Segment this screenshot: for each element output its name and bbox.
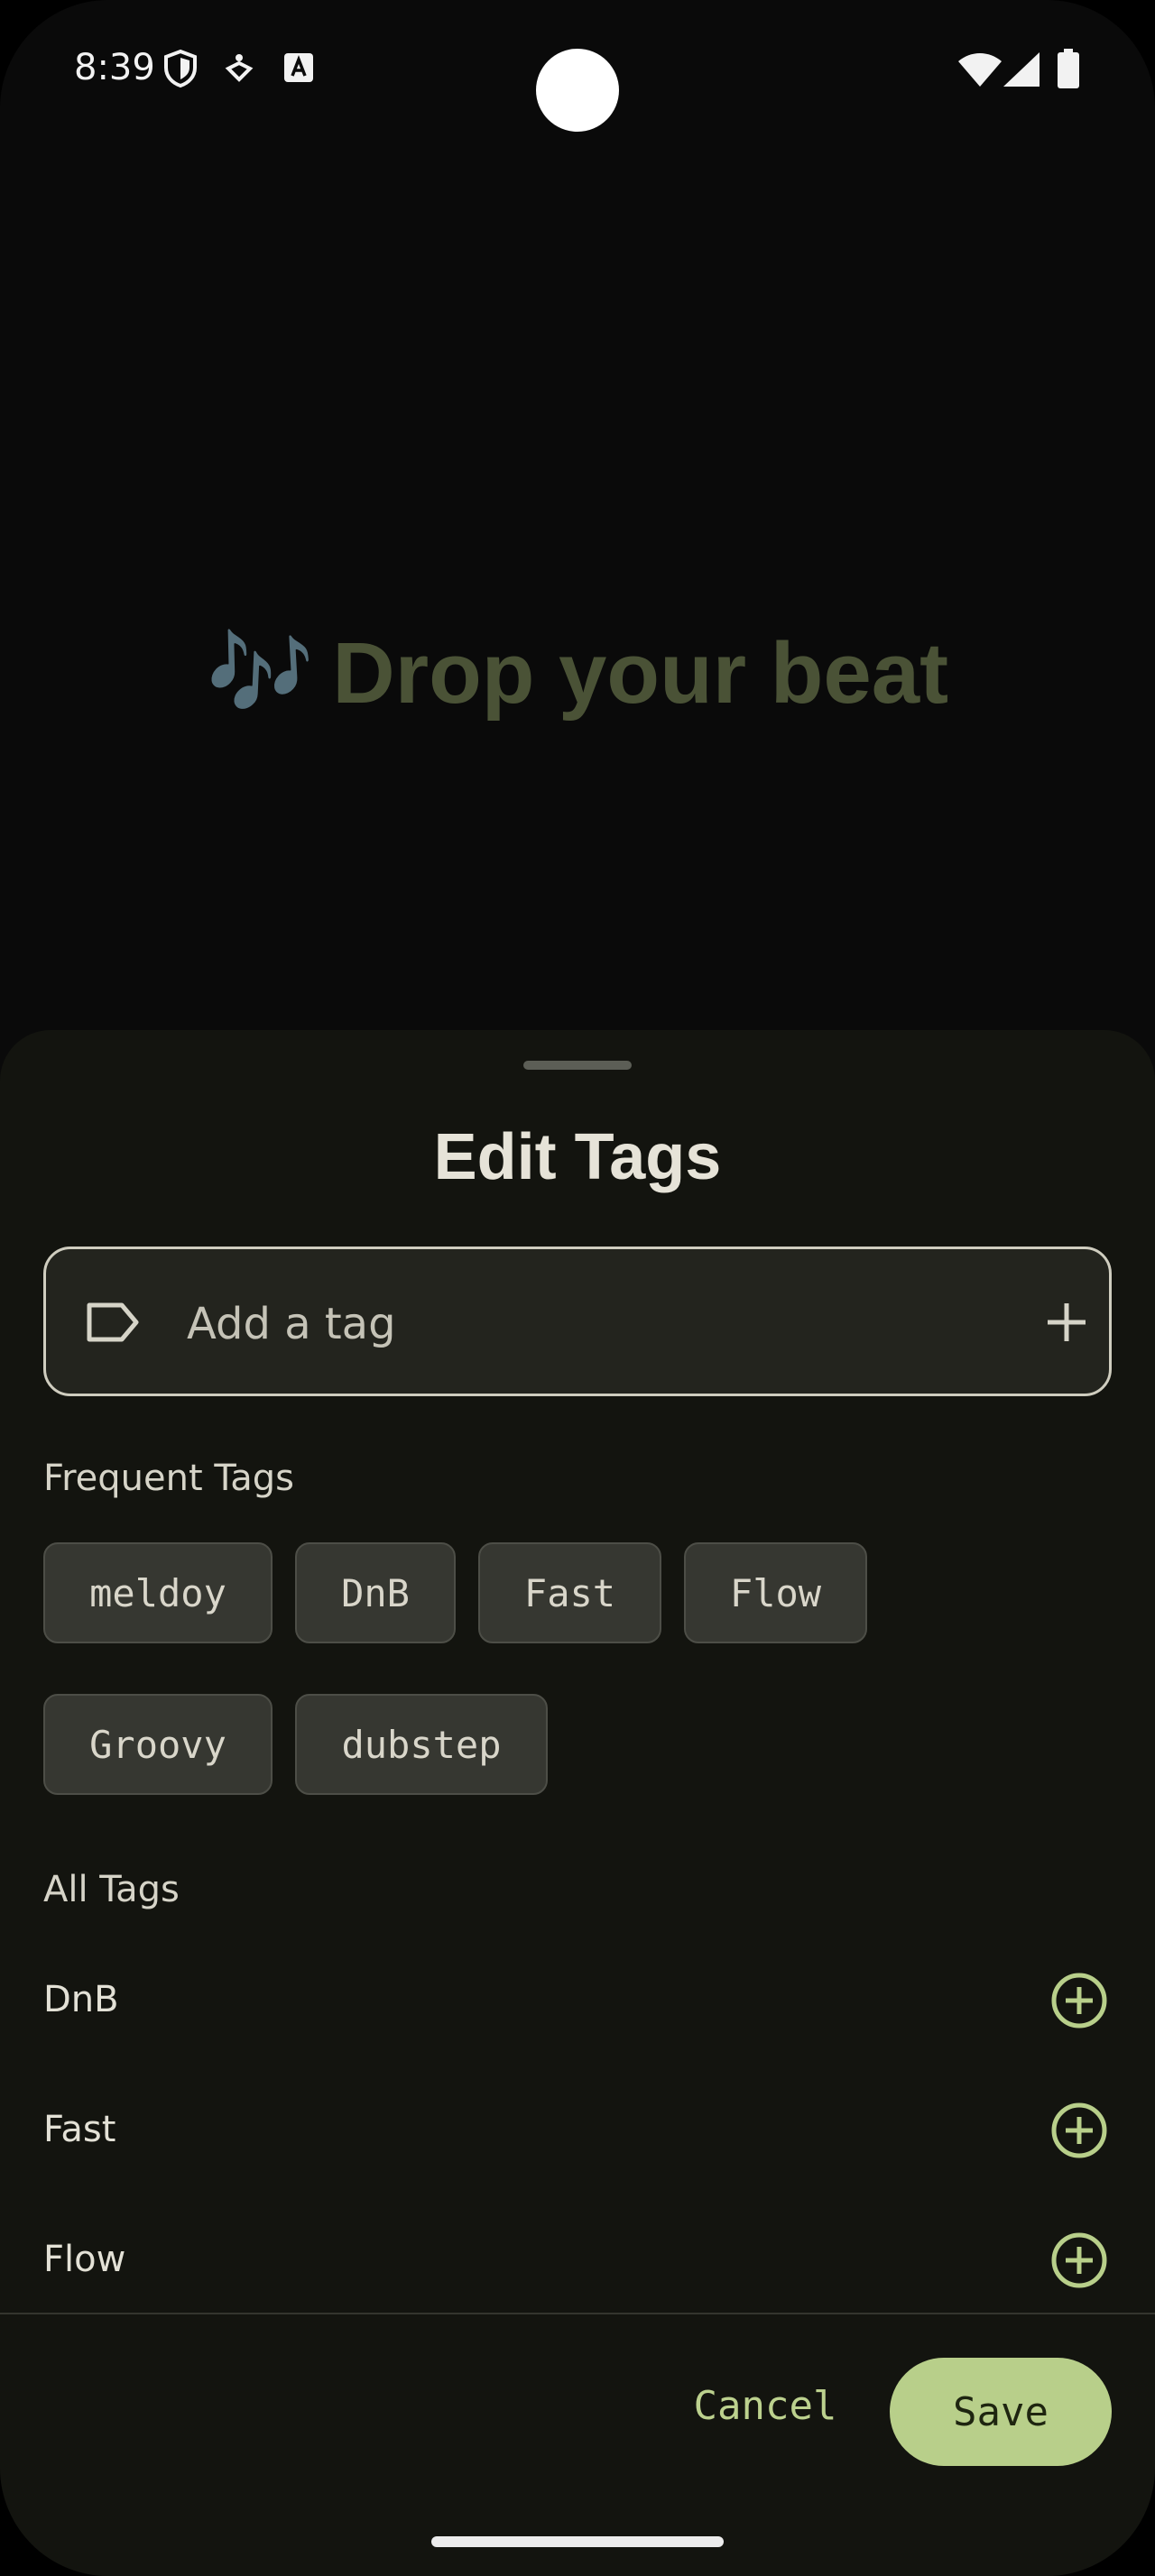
frequent-tags-label: Frequent Tags xyxy=(43,1458,294,1499)
save-button[interactable]: Save xyxy=(890,2358,1112,2466)
footer-divider xyxy=(0,2313,1155,2314)
plus-icon[interactable] xyxy=(1044,1300,1089,1349)
frequent-tag-chip[interactable]: Groovy xyxy=(43,1694,273,1795)
front-camera xyxy=(536,49,619,132)
tag-name: DnB xyxy=(43,1979,119,2020)
music-notes-icon: 🎶 xyxy=(206,622,315,723)
add-circle-icon[interactable] xyxy=(1050,2231,1108,2294)
drag-handle[interactable] xyxy=(523,1061,632,1070)
wifi-icon xyxy=(958,52,1002,91)
frequent-tag-chip[interactable]: meldoy xyxy=(43,1542,273,1643)
frequent-tag-chip[interactable]: DnB xyxy=(295,1542,456,1643)
cancel-button[interactable]: Cancel xyxy=(675,2358,855,2453)
battery-icon xyxy=(1058,49,1079,93)
app-notification-icon xyxy=(283,52,314,87)
tag-input[interactable] xyxy=(187,1285,1017,1363)
tag-list-item[interactable]: DnB xyxy=(0,1936,1155,2065)
tag-list-item[interactable]: Fast xyxy=(0,2065,1155,2195)
notification-icon xyxy=(224,52,254,89)
home-indicator[interactable] xyxy=(431,2536,724,2547)
status-bar: 8:39 xyxy=(0,0,1155,144)
hero-text: Drop your beat xyxy=(332,624,949,722)
frequent-tag-chip[interactable]: dubstep xyxy=(295,1694,548,1795)
tag-list-item[interactable]: Flow xyxy=(0,2195,1155,2325)
all-tags-label: All Tags xyxy=(43,1869,180,1910)
add-circle-icon[interactable] xyxy=(1050,2102,1108,2164)
tag-name: Flow xyxy=(43,2239,126,2280)
phone-screen: 8:39 🎶 Drop your beat Edit Tags Add a ta… xyxy=(0,0,1155,2576)
frequent-tag-chip[interactable]: Flow xyxy=(684,1542,867,1643)
add-circle-icon[interactable] xyxy=(1050,1972,1108,2034)
edit-tags-sheet: Edit Tags Frequent Tags meldoy DnB Fast … xyxy=(0,1030,1155,2576)
tag-input-field[interactable] xyxy=(43,1247,1112,1396)
sheet-title: Edit Tags xyxy=(433,1121,722,1193)
cellular-signal-icon xyxy=(1003,52,1040,91)
shield-icon xyxy=(162,49,199,93)
frequent-tag-chip[interactable]: Fast xyxy=(478,1542,661,1643)
hero-banner: 🎶 Drop your beat xyxy=(0,622,1155,724)
tag-name: Fast xyxy=(43,2109,116,2150)
label-icon xyxy=(86,1300,140,1349)
status-time: 8:39 xyxy=(74,47,155,88)
